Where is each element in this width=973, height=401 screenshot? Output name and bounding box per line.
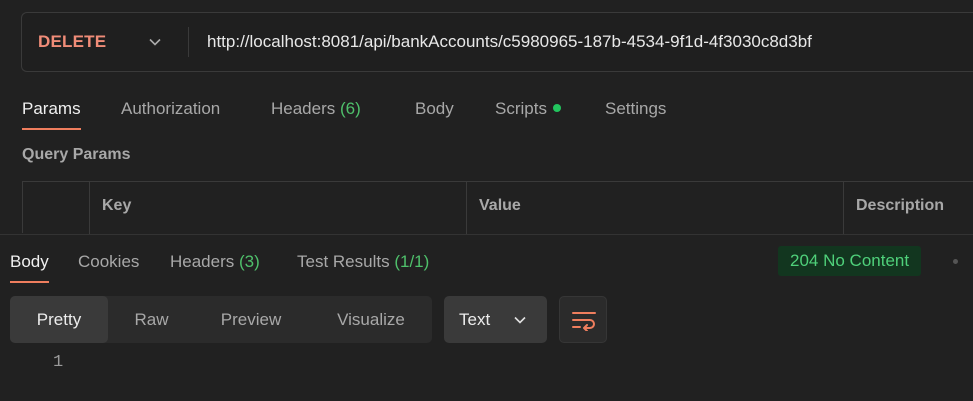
- tab-label: Body: [10, 252, 49, 271]
- view-mode-raw[interactable]: Raw: [110, 296, 193, 343]
- line-number: 1: [53, 353, 64, 372]
- response-pane: Body Cookies Headers (3) Test Results (1…: [0, 234, 973, 401]
- wrap-lines-button[interactable]: [559, 296, 607, 343]
- view-mode-selector: Pretty Raw Preview Visualize: [10, 296, 432, 343]
- format-label: Text: [459, 310, 491, 329]
- tab-authorization[interactable]: Authorization: [121, 96, 220, 130]
- response-headers-count: (3): [239, 252, 260, 271]
- view-mode-pretty[interactable]: Pretty: [10, 296, 108, 343]
- wrap-lines-icon: [572, 312, 596, 331]
- view-mode-visualize[interactable]: Visualize: [310, 296, 432, 343]
- tab-scripts[interactable]: Scripts: [495, 96, 561, 130]
- query-params-title: Query Params: [22, 146, 131, 163]
- url-input[interactable]: http://localhost:8081/api/bankAccounts/c…: [207, 13, 812, 71]
- response-tab-cookies[interactable]: Cookies: [78, 249, 139, 283]
- table-header-value: Value: [467, 182, 844, 234]
- view-mode-preview[interactable]: Preview: [196, 296, 306, 343]
- tab-params[interactable]: Params: [22, 96, 81, 130]
- tab-label: Authorization: [121, 99, 221, 118]
- query-params-table: Key Value Description: [22, 181, 973, 234]
- table-header-key: Key: [90, 182, 467, 234]
- tab-label: Settings: [605, 99, 667, 118]
- scripts-active-dot-icon: [552, 103, 561, 112]
- response-tab-headers[interactable]: Headers (3): [170, 249, 260, 283]
- chevron-down-icon: [514, 316, 526, 324]
- tab-label: Cookies: [78, 252, 140, 271]
- tab-label: Test Results: [297, 252, 390, 271]
- tab-label: Params: [22, 99, 81, 118]
- tab-label: Scripts: [495, 99, 547, 118]
- table-header-checkbox: [23, 182, 90, 234]
- separator-dot-icon: [953, 259, 958, 264]
- status-badge[interactable]: 204 No Content: [778, 246, 922, 276]
- chevron-down-icon[interactable]: [148, 35, 162, 49]
- response-format-select[interactable]: Text: [444, 296, 547, 343]
- request-url-bar: DELETE http://localhost:8081/api/bankAcc…: [21, 12, 973, 72]
- response-tab-test-results[interactable]: Test Results (1/1): [297, 249, 429, 283]
- test-results-count: (1/1): [394, 252, 430, 271]
- tab-label: Headers: [170, 252, 235, 271]
- response-tab-body[interactable]: Body: [10, 249, 49, 283]
- tab-settings[interactable]: Settings: [605, 96, 666, 130]
- method-selector[interactable]: DELETE: [38, 13, 106, 71]
- table-header-description: Description: [856, 197, 945, 214]
- tab-label: Body: [415, 99, 454, 118]
- tab-headers[interactable]: Headers (6): [271, 96, 361, 130]
- headers-count: (6): [340, 99, 361, 118]
- url-divider: [188, 27, 189, 57]
- tab-label: Headers: [271, 99, 336, 118]
- tab-body[interactable]: Body: [415, 96, 454, 130]
